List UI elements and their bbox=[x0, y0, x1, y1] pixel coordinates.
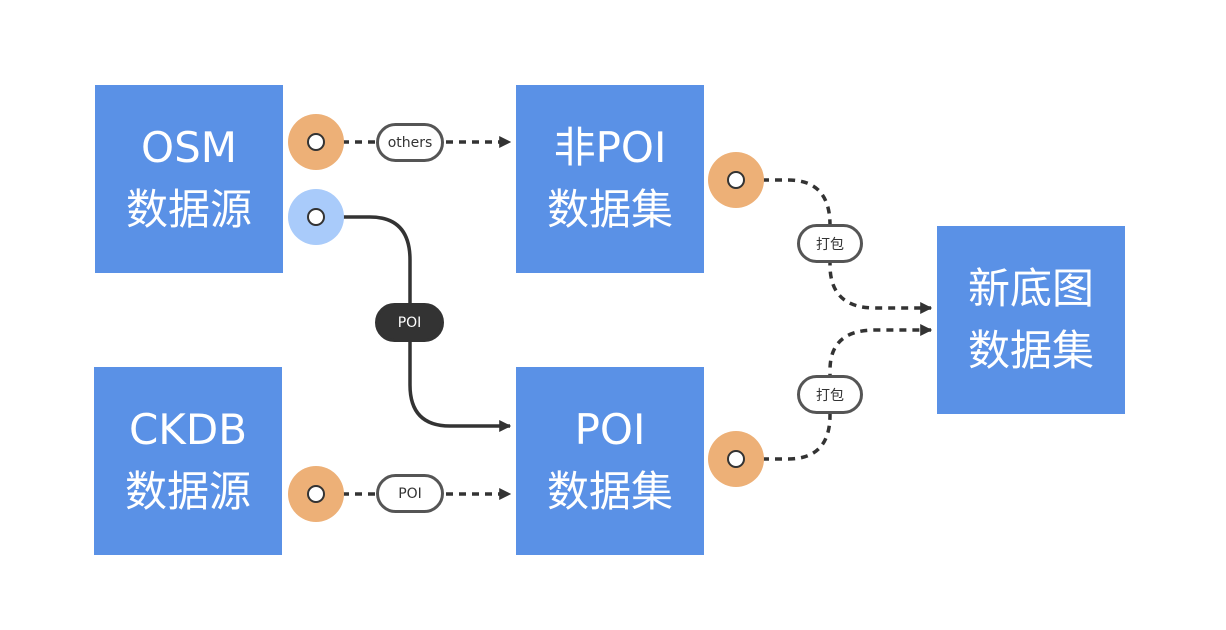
node-osm-source-line2: 数据源 bbox=[125, 185, 252, 234]
port-ckdb-poi[interactable] bbox=[307, 485, 325, 503]
node-ckdb-source[interactable]: CKDB 数据源 bbox=[94, 367, 282, 555]
edge-label-pack-poi[interactable]: 打包 bbox=[797, 375, 863, 414]
node-new-base-dataset-line1: 新底图 bbox=[967, 264, 1094, 313]
node-non-poi-dataset-line1: 非POI bbox=[553, 123, 667, 172]
port-osm-others[interactable] bbox=[307, 133, 325, 151]
node-poi-dataset-line2: 数据集 bbox=[546, 467, 673, 516]
node-poi-dataset[interactable]: POI 数据集 bbox=[516, 367, 704, 555]
node-non-poi-dataset[interactable]: 非POI 数据集 bbox=[516, 85, 704, 273]
node-poi-dataset-line1: POI bbox=[574, 405, 646, 454]
node-new-base-dataset-line2: 数据集 bbox=[967, 326, 1094, 375]
port-osm-poi[interactable] bbox=[307, 208, 325, 226]
node-non-poi-dataset-line2: 数据集 bbox=[546, 185, 673, 234]
node-ckdb-source-line2: 数据源 bbox=[124, 467, 251, 516]
edge-label-others[interactable]: others bbox=[376, 123, 444, 162]
edge-label-ckdb-poi[interactable]: POI bbox=[376, 474, 444, 513]
node-osm-source[interactable]: OSM 数据源 bbox=[95, 85, 283, 273]
node-new-base-dataset[interactable]: 新底图 数据集 bbox=[937, 226, 1125, 414]
port-poi-out[interactable] bbox=[727, 450, 745, 468]
edge-label-pack-non-poi[interactable]: 打包 bbox=[797, 224, 863, 263]
node-osm-source-line1: OSM bbox=[141, 123, 237, 172]
node-ckdb-source-line1: CKDB bbox=[128, 405, 248, 454]
edge-label-osm-poi[interactable]: POI bbox=[375, 303, 444, 342]
port-non-poi-out[interactable] bbox=[727, 171, 745, 189]
